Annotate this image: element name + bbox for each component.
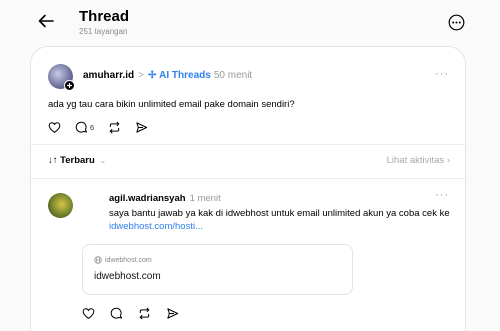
breadcrumb-separator: > — [138, 70, 144, 81]
topic-icon[interactable]: ✢ — [148, 70, 156, 81]
reply-more-button[interactable]: ··· — [435, 189, 449, 201]
reply-header: agil.wadriansyah 1 menit — [109, 193, 221, 205]
sort-row: ↓↑ Terbaru ⌄ Lihat aktivitas › — [48, 155, 450, 167]
reply-username[interactable]: agil.wadriansyah — [109, 193, 186, 204]
link-preview-card[interactable]: idwebhost.com idwebhost.com — [82, 244, 353, 295]
divider — [31, 178, 465, 179]
title-block: Thread 251 tayangan — [79, 8, 129, 37]
chevron-down-icon: ⌄ — [99, 156, 107, 165]
page-title: Thread — [79, 8, 130, 25]
view-activity-link[interactable]: Lihat aktivitas › — [387, 155, 450, 167]
comment-icon — [75, 121, 88, 133]
reply-repost-button[interactable] — [138, 307, 151, 320]
preview-domain-text: idwebhost.com — [105, 256, 152, 264]
reply-comment-button[interactable] — [110, 307, 123, 320]
reply-like-button[interactable] — [82, 307, 95, 320]
preview-domain: idwebhost.com — [94, 256, 152, 264]
globe-icon — [94, 256, 102, 264]
reply-time: 1 menit — [189, 193, 221, 204]
post-header: amuharr.id > ✢ AI Threads 50 menit — [83, 70, 252, 82]
thread-card: amuharr.id > ✢ AI Threads 50 menit ··· ada … — [30, 46, 466, 331]
view-count: 251 tayangan — [79, 27, 128, 36]
follow-plus-icon[interactable] — [64, 80, 75, 91]
comment-icon — [110, 307, 123, 319]
repost-button[interactable] — [108, 121, 121, 134]
reply-text-content: saya bantu jawab ya kak di idwebhost unt… — [109, 208, 450, 219]
topic-link[interactable]: AI Threads — [159, 70, 211, 81]
sort-label: ↓↑ Terbaru — [48, 155, 95, 166]
sort-dropdown[interactable]: ↓↑ Terbaru ⌄ — [48, 155, 106, 166]
post-avatar-wrap[interactable] — [48, 64, 76, 92]
preview-title: idwebhost.com — [94, 271, 161, 282]
reply-share-button[interactable] — [166, 307, 179, 320]
divider — [31, 144, 465, 145]
send-icon — [167, 308, 179, 319]
post-more-button[interactable]: ··· — [435, 68, 449, 80]
post-username[interactable]: amuharr.id — [83, 70, 134, 81]
reply-link[interactable]: idwebhost.com/hosti... — [109, 221, 203, 232]
reply-count: 6 — [90, 123, 95, 132]
post-time: 50 menit — [213, 70, 253, 81]
top-bar: Thread 251 tayangan — [0, 0, 500, 48]
repost-icon — [109, 121, 120, 134]
send-icon — [136, 122, 148, 133]
share-button[interactable] — [135, 121, 148, 134]
more-options-icon[interactable] — [448, 14, 465, 31]
post-text: ada yg tau cara bikin unlimited email pa… — [48, 99, 295, 110]
chevron-right-icon: › — [446, 155, 450, 166]
heart-icon — [82, 308, 95, 319]
reply-avatar[interactable] — [48, 193, 73, 218]
activity-label: Lihat aktivitas — [386, 155, 445, 166]
post-actions: 6 — [48, 121, 162, 134]
repost-icon — [139, 307, 150, 320]
reply-text: saya bantu jawab ya kak di idwebhost unt… — [109, 207, 454, 233]
back-arrow-icon[interactable] — [37, 12, 55, 30]
reply-button[interactable]: 6 — [75, 121, 94, 134]
like-button[interactable] — [48, 121, 61, 134]
reply-actions — [82, 307, 193, 320]
heart-icon — [48, 122, 61, 133]
